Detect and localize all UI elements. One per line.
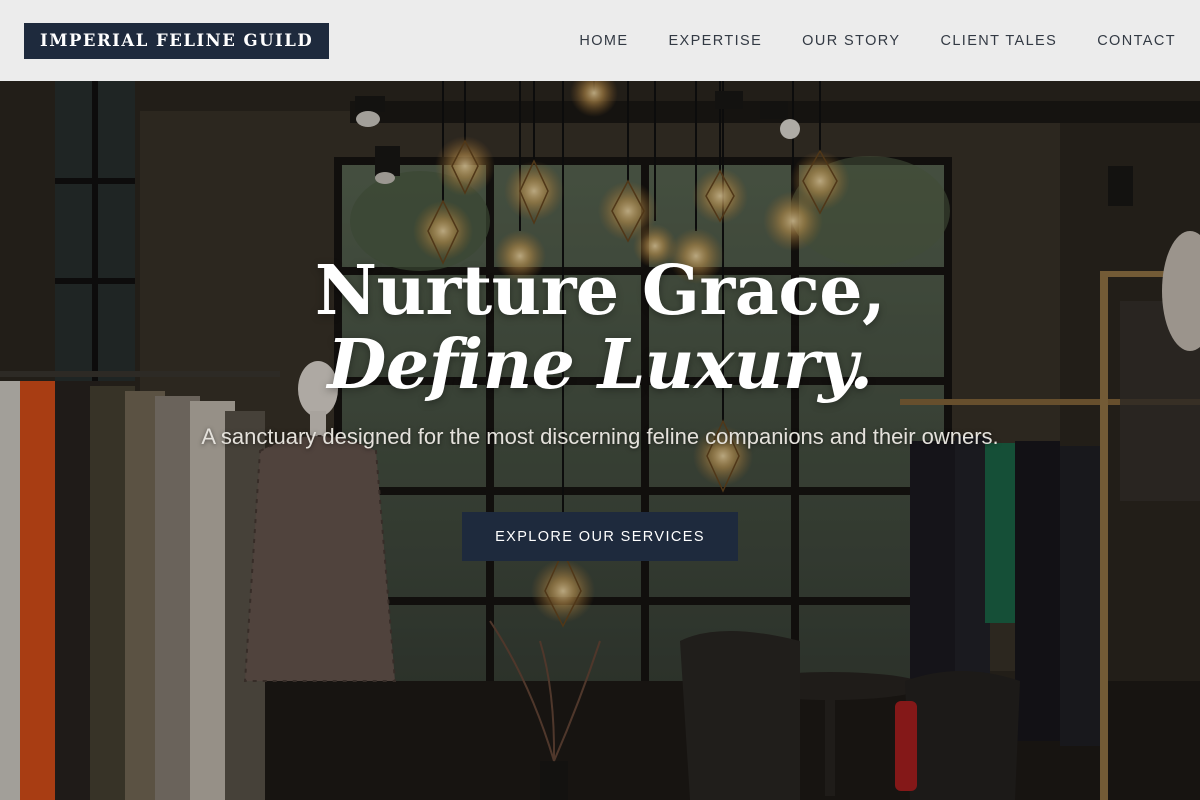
hero-title-line-2: Define Luxury. (327, 325, 873, 405)
site-header: IMPERIAL FELINE GUILD HOME EXPERTISE OUR… (0, 0, 1200, 81)
hero-subtitle: A sanctuary designed for the most discer… (201, 424, 999, 449)
hero-section: Nurture Grace, Define Luxury. A sanctuar… (0, 81, 1200, 800)
nav-expertise[interactable]: EXPERTISE (668, 33, 762, 49)
site-logo[interactable]: IMPERIAL FELINE GUILD (24, 22, 330, 59)
nav-our-story[interactable]: OUR STORY (802, 33, 900, 49)
nav-client-tales[interactable]: CLIENT TALES (940, 33, 1057, 49)
main-nav: HOME EXPERTISE OUR STORY CLIENT TALES CO… (579, 33, 1176, 49)
hero-title-line-1: Nurture Grace, (314, 251, 886, 331)
nav-contact[interactable]: CONTACT (1097, 33, 1176, 49)
nav-home[interactable]: HOME (579, 33, 628, 49)
explore-services-button[interactable]: EXPLORE OUR SERVICES (462, 512, 738, 561)
